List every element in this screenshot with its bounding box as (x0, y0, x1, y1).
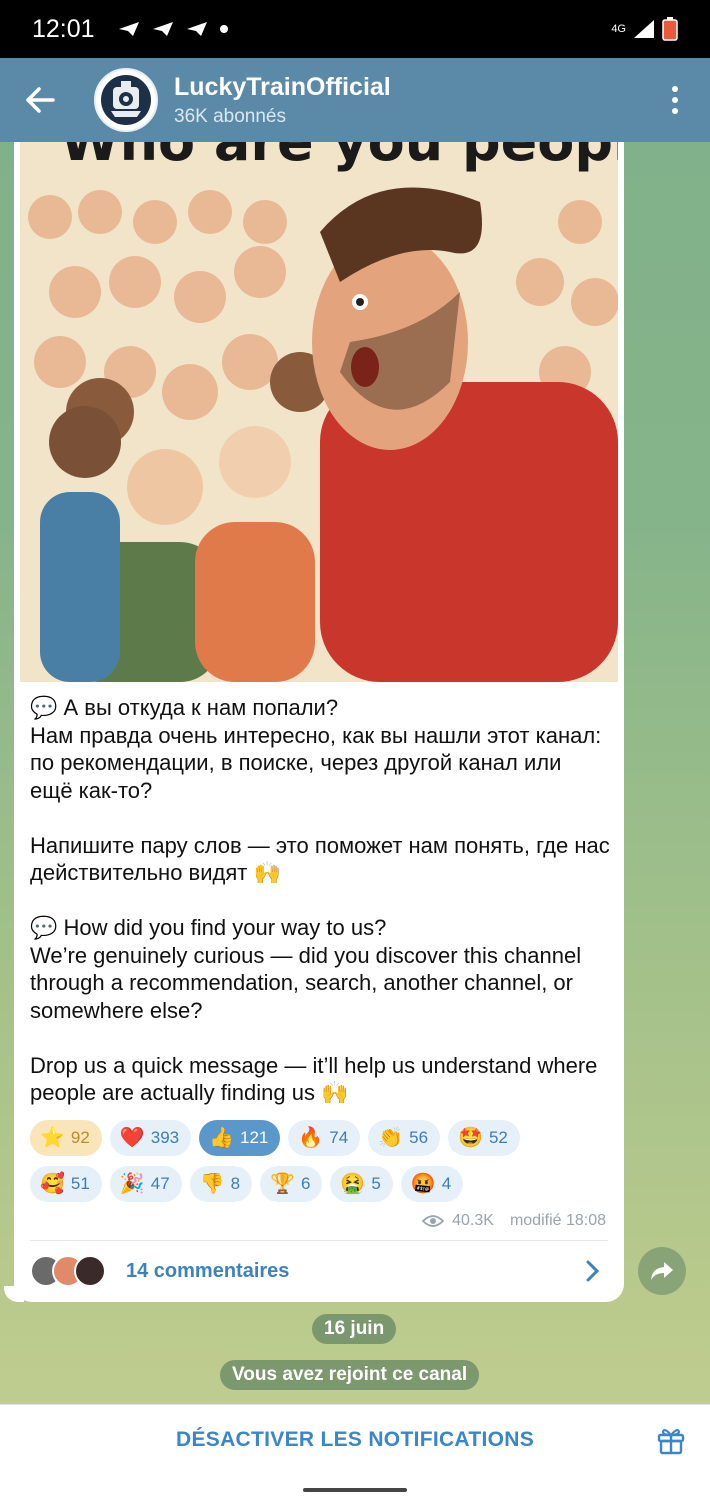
reaction-count: 47 (150, 1174, 170, 1193)
view-count: 40.3K (452, 1212, 494, 1229)
comments-button[interactable]: 14 commentaires (30, 1246, 608, 1296)
network-type: 4G (611, 23, 626, 35)
reaction-count: 8 (230, 1174, 241, 1193)
reaction-count: 5 (371, 1174, 381, 1193)
star-icon: ⭐ (40, 1127, 65, 1149)
reaction-party[interactable]: 🎉 47 (109, 1166, 182, 1202)
signal-icon (634, 20, 654, 38)
divider (30, 1240, 608, 1241)
comments-label: 14 commentaires (126, 1259, 290, 1282)
telegram-icon (152, 22, 173, 36)
mute-notifications-button[interactable]: DÉSACTIVER LES NOTIFICATIONS (176, 1428, 534, 1452)
image-caption: Who are you people? (60, 142, 618, 173)
reaction-count: 121 (240, 1128, 269, 1147)
status-bar: 12:01 4G (0, 0, 710, 58)
reaction-clap[interactable]: 👏 56 (368, 1120, 441, 1156)
reactions: ⭐ 92 ❤️ 393 👍 121 🔥 74 👏 56 🤩 52 🥰 51 🎉 … (30, 1120, 610, 1212)
commenter-avatars (30, 1255, 106, 1287)
service-message: Vous avez rejoint ce canal (220, 1360, 480, 1390)
reaction-trophy[interactable]: 🏆 6 (260, 1166, 323, 1202)
reaction-count: 6 (300, 1174, 311, 1193)
reaction-vomit[interactable]: 🤮 5 (330, 1166, 393, 1202)
reaction-count: 92 (70, 1128, 90, 1147)
cursing-face-icon: 🤬 (410, 1173, 436, 1195)
fire-icon: 🔥 (298, 1127, 324, 1149)
gift-icon[interactable] (656, 1425, 686, 1455)
smiling-hearts-icon: 🥰 (40, 1173, 65, 1195)
reaction-fire[interactable]: 🔥 74 (288, 1120, 361, 1156)
telegram-icon (186, 22, 207, 36)
dot (672, 97, 678, 103)
status-time: 12:01 (32, 14, 95, 43)
notification-icons (117, 20, 229, 38)
message-meta: 40.3K modifié 18:08 (422, 1212, 606, 1230)
reaction-smiling-hearts[interactable]: 🥰 51 (30, 1166, 102, 1202)
home-gesture-handle[interactable] (303, 1488, 407, 1492)
heart-icon: ❤️ (119, 1127, 145, 1149)
system-status: 4G (611, 17, 678, 41)
reaction-count: 4 (441, 1174, 452, 1193)
more-options-button[interactable] (640, 58, 710, 142)
share-arrow-icon (651, 1262, 673, 1280)
back-button[interactable] (0, 58, 80, 142)
post-image[interactable]: Who are you people? (20, 142, 618, 682)
reaction-count: 74 (329, 1128, 349, 1147)
channel-title-block[interactable]: LuckyTrainOfficial 36K abonnés (174, 73, 391, 128)
reaction-count: 56 (409, 1128, 429, 1147)
channel-name: LuckyTrainOfficial (174, 72, 391, 101)
dot-icon (219, 25, 228, 33)
reaction-count: 393 (150, 1128, 180, 1147)
reaction-heart[interactable]: ❤️ 393 (109, 1120, 192, 1156)
star-struck-icon: 🤩 (458, 1127, 483, 1149)
message-bubble[interactable]: Who are you people? (14, 142, 624, 1302)
reaction-count: 51 (70, 1174, 90, 1193)
back-arrow-icon (26, 87, 55, 113)
dot (672, 108, 678, 114)
reaction-star-struck[interactable]: 🤩 52 (448, 1120, 520, 1156)
battery-icon (662, 17, 678, 41)
avatar (74, 1255, 106, 1287)
chevron-right-icon (586, 1260, 600, 1282)
channel-avatar[interactable] (94, 68, 158, 132)
reaction-star[interactable]: ⭐ 92 (30, 1120, 102, 1156)
bubble-tail (4, 1286, 24, 1302)
reaction-row: 🥰 51 🎉 47 👎 8 🏆 6 🤮 5 🤬 4 (30, 1166, 610, 1202)
subscriber-count: 36K abonnés (174, 105, 286, 127)
trophy-icon: 🏆 (270, 1173, 295, 1195)
thumbs-down-icon: 👎 (199, 1173, 225, 1195)
thumbs-up-icon: 👍 (209, 1127, 235, 1149)
post-text: 💬 А вы откуда к нам попали? Нам правда о… (30, 695, 610, 1105)
reaction-thumbs-up[interactable]: 👍 121 (199, 1120, 281, 1156)
date-separator: 16 juin (312, 1314, 397, 1344)
reaction-count: 52 (488, 1128, 508, 1147)
reaction-thumbs-down[interactable]: 👎 8 (189, 1166, 253, 1202)
share-button[interactable] (638, 1247, 686, 1295)
reaction-row: ⭐ 92 ❤️ 393 👍 121 🔥 74 👏 56 🤩 52 (30, 1120, 610, 1156)
clap-icon: 👏 (378, 1127, 404, 1149)
edited-timestamp: modifié 18:08 (509, 1212, 606, 1229)
vomit-icon: 🤮 (340, 1173, 366, 1195)
chat-header: LuckyTrainOfficial 36K abonnés (0, 58, 710, 142)
reaction-cursing[interactable]: 🤬 4 (400, 1166, 464, 1202)
eye-icon (422, 1215, 445, 1227)
bottom-bar: DÉSACTIVER LES NOTIFICATIONS (0, 1404, 710, 1474)
dot (672, 86, 678, 92)
navigation-bar (0, 1474, 710, 1500)
party-popper-icon: 🎉 (119, 1173, 145, 1195)
crowd-illustration: Who are you people? (20, 142, 618, 682)
train-logo-icon (101, 75, 151, 125)
telegram-icon (118, 22, 139, 36)
